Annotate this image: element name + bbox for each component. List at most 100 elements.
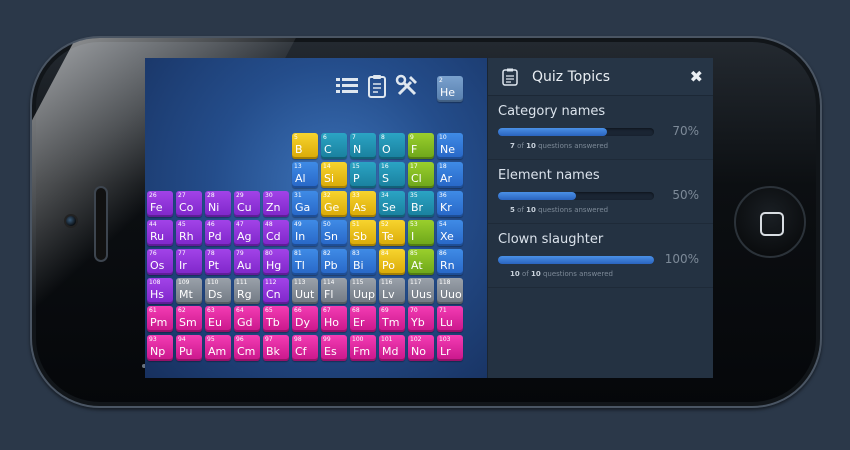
element-number: 78 [207, 250, 215, 257]
element-tile[interactable]: 65 Tb [263, 306, 289, 332]
element-tile[interactable]: 96 Cm [234, 335, 260, 361]
element-tile[interactable]: 112 Cn [263, 278, 289, 304]
element-tile[interactable]: 83 Bi [350, 249, 376, 275]
element-tile[interactable]: 67 Ho [321, 306, 347, 332]
element-tile[interactable]: 98 Cf [292, 335, 318, 361]
element-tile[interactable]: 26 Fe [147, 191, 173, 217]
element-tile[interactable]: 95 Am [205, 335, 231, 361]
element-tile[interactable]: 62 Sm [176, 306, 202, 332]
element-tile[interactable]: 71 Lu [437, 306, 463, 332]
element-tile[interactable]: 17 Cl [408, 162, 434, 188]
element-tile[interactable]: 81 Tl [292, 249, 318, 275]
element-symbol: Sb [353, 230, 367, 243]
element-tile[interactable]: 16 S [379, 162, 405, 188]
element-tile[interactable]: 10 Ne [437, 133, 463, 159]
topic-row[interactable]: Clown slaughter 100% 10 of 10 questions an… [488, 224, 713, 288]
topic-row[interactable]: Category names 70% 7 of 10 questions answe… [488, 96, 713, 160]
element-tile[interactable]: 79 Au [234, 249, 260, 275]
topic-name: Clown slaughter [498, 232, 604, 247]
element-tile[interactable]: 109 Mt [176, 278, 202, 304]
element-tile[interactable]: 46 Pd [205, 220, 231, 246]
element-tile[interactable]: 15 P [350, 162, 376, 188]
element-tile[interactable]: 32 Ge [321, 191, 347, 217]
element-tile[interactable]: 82 Pb [321, 249, 347, 275]
element-tile[interactable]: 61 Pm [147, 306, 173, 332]
element-tile[interactable]: 33 As [350, 191, 376, 217]
element-tile[interactable]: 36 Kr [437, 191, 463, 217]
element-tile[interactable]: 66 Dy [292, 306, 318, 332]
element-tile[interactable]: 103 Lr [437, 335, 463, 361]
element-number: 54 [439, 221, 447, 228]
element-tile[interactable]: 86 Rn [437, 249, 463, 275]
element-tile[interactable]: 99 Es [321, 335, 347, 361]
element-number: 35 [410, 192, 418, 199]
element-tile[interactable]: 50 Sn [321, 220, 347, 246]
element-symbol: B [295, 143, 303, 156]
element-tile[interactable]: 9F [408, 133, 434, 159]
element-tile[interactable]: 27 Co [176, 191, 202, 217]
element-symbol: Po [382, 259, 395, 272]
element-tile[interactable]: 97 Bk [263, 335, 289, 361]
topic-row[interactable]: Element names 50% 5 of 10 questions answer… [488, 160, 713, 224]
element-tile[interactable]: 110 Ds [205, 278, 231, 304]
element-tile[interactable]: 70 Yb [408, 306, 434, 332]
element-tile[interactable]: 47 Ag [234, 220, 260, 246]
element-symbol: Lu [440, 316, 453, 329]
element-tile[interactable]: 78 Pt [205, 249, 231, 275]
element-number: 101 [381, 336, 393, 343]
element-tile[interactable]: 14 Si [321, 162, 347, 188]
element-tile[interactable]: 94 Pu [176, 335, 202, 361]
element-tile[interactable]: 5B [292, 133, 318, 159]
tools-icon[interactable] [395, 74, 419, 98]
element-tile[interactable]: 69 Tm [379, 306, 405, 332]
element-tile[interactable]: 117 Uus [408, 278, 434, 304]
element-tile[interactable]: 115 Uup [350, 278, 376, 304]
element-tile[interactable]: 6C [321, 133, 347, 159]
element-tile[interactable]: 44 Ru [147, 220, 173, 246]
toolbar [335, 74, 419, 98]
element-tile[interactable]: 30 Zn [263, 191, 289, 217]
element-tile[interactable]: 76 Os [147, 249, 173, 275]
element-tile[interactable]: 35 Br [408, 191, 434, 217]
element-tile[interactable]: 2 He [437, 76, 463, 102]
element-tile[interactable]: 45 Rh [176, 220, 202, 246]
element-number: 97 [265, 336, 273, 343]
element-tile[interactable]: 114 Fl [321, 278, 347, 304]
element-tile[interactable]: 18 Ar [437, 162, 463, 188]
element-tile[interactable]: 77 Ir [176, 249, 202, 275]
element-tile[interactable]: 53 I [408, 220, 434, 246]
element-tile[interactable]: 116 Lv [379, 278, 405, 304]
element-tile[interactable]: 64 Gd [234, 306, 260, 332]
clipboard-icon[interactable] [365, 74, 389, 98]
element-tile[interactable]: 108 Hs [147, 278, 173, 304]
element-tile[interactable]: 49 In [292, 220, 318, 246]
element-tile[interactable]: 34 Se [379, 191, 405, 217]
element-tile[interactable]: 7N [350, 133, 376, 159]
list-icon[interactable] [335, 74, 359, 98]
element-tile[interactable]: 28 Ni [205, 191, 231, 217]
element-tile[interactable]: 118 Uuo [437, 278, 463, 304]
element-tile[interactable]: 80 Hg [263, 249, 289, 275]
element-number: 95 [207, 336, 215, 343]
element-tile[interactable]: 29 Cu [234, 191, 260, 217]
element-tile[interactable]: 101 Md [379, 335, 405, 361]
element-tile[interactable]: 48 Cd [263, 220, 289, 246]
element-tile[interactable]: 31 Ga [292, 191, 318, 217]
element-tile[interactable]: 13 Al [292, 162, 318, 188]
element-tile[interactable]: 84 Po [379, 249, 405, 275]
element-tile[interactable]: 52 Te [379, 220, 405, 246]
element-number: 118 [439, 279, 451, 286]
element-tile[interactable]: 93 Np [147, 335, 173, 361]
element-tile[interactable]: 102 No [408, 335, 434, 361]
home-button[interactable] [734, 186, 806, 258]
element-tile[interactable]: 100 Fm [350, 335, 376, 361]
element-tile[interactable]: 113 Uut [292, 278, 318, 304]
element-tile[interactable]: 111 Rg [234, 278, 260, 304]
element-tile[interactable]: 8O [379, 133, 405, 159]
element-tile[interactable]: 63 Eu [205, 306, 231, 332]
element-tile[interactable]: 68 Er [350, 306, 376, 332]
element-tile[interactable]: 51 Sb [350, 220, 376, 246]
close-icon[interactable]: ✖ [690, 67, 703, 86]
element-tile[interactable]: 54 Xe [437, 220, 463, 246]
element-tile[interactable]: 85 At [408, 249, 434, 275]
